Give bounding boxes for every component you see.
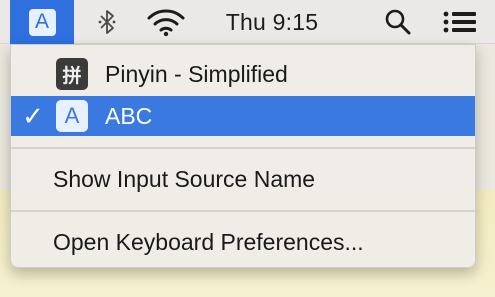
menu-separator bbox=[11, 210, 475, 212]
menu-item-pinyin-simplified[interactable]: 拼 Pinyin - Simplified bbox=[11, 54, 475, 94]
wifi-icon bbox=[147, 9, 185, 37]
list-icon bbox=[443, 11, 476, 33]
menu-separator bbox=[11, 147, 475, 149]
checkmark-icon: ✓ bbox=[22, 100, 44, 131]
input-source-menu: 拼 Pinyin - Simplified ✓ A ABC Show Input… bbox=[10, 44, 476, 268]
abc-icon: A bbox=[56, 100, 88, 132]
menu-item-label: Open Keyboard Preferences... bbox=[53, 228, 364, 255]
input-source-icon: A bbox=[28, 8, 56, 36]
menu-bar: A Thu 9:15 bbox=[0, 0, 495, 44]
notification-center-button[interactable] bbox=[436, 0, 484, 44]
menu-item-label: ABC bbox=[105, 102, 153, 129]
pinyin-icon: 拼 bbox=[56, 58, 88, 90]
menu-item-open-keyboard-preferences[interactable]: Open Keyboard Preferences... bbox=[11, 222, 475, 262]
search-icon bbox=[385, 9, 411, 35]
menu-item-label: Pinyin - Simplified bbox=[105, 60, 288, 87]
menu-item-label: Show Input Source Name bbox=[53, 165, 316, 192]
menubar-clock[interactable]: Thu 9:15 bbox=[222, 0, 322, 44]
menu-item-show-input-source-name[interactable]: Show Input Source Name bbox=[11, 159, 475, 199]
spotlight-button[interactable] bbox=[380, 0, 416, 44]
bluetooth-menu-button[interactable] bbox=[92, 0, 122, 44]
input-source-menu-button[interactable]: A bbox=[10, 0, 74, 44]
wifi-menu-button[interactable] bbox=[143, 0, 189, 44]
bluetooth-icon bbox=[98, 10, 116, 34]
menu-item-abc[interactable]: ✓ A ABC bbox=[11, 96, 475, 136]
